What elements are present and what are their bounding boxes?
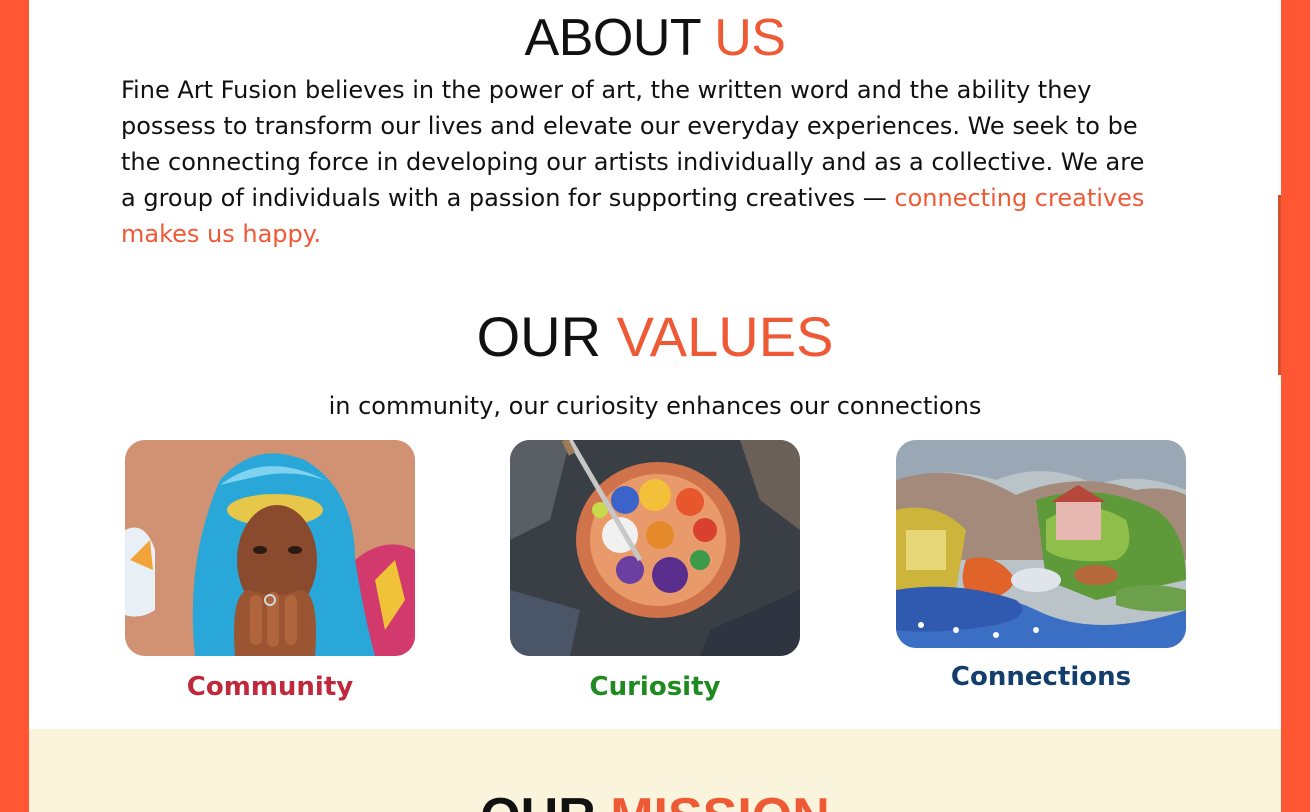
community-label: Community	[186, 672, 354, 702]
value-card-community: Community	[125, 440, 415, 704]
values-subtitle: in community, our curiosity enhances our…	[328, 392, 982, 420]
values-heading: OUR VALUES	[29, 306, 1281, 368]
about-heading-main: ABOUT	[524, 9, 701, 67]
about-description: Fine Art Fusion believes in the power of…	[121, 72, 1161, 252]
connections-label: Connections	[950, 662, 1132, 692]
page-content: ABOUT US Fine Art Fusion believes in the…	[29, 0, 1281, 812]
curiosity-image	[510, 440, 800, 656]
about-heading: ABOUT US	[29, 8, 1281, 68]
connections-image	[896, 440, 1186, 648]
about-heading-accent: US	[714, 9, 786, 67]
values-heading-accent: VALUES	[616, 305, 834, 368]
curiosity-label: Curiosity	[589, 672, 721, 702]
mission-section: OUR MISSION	[29, 729, 1281, 812]
mission-heading-accent: MISSION	[610, 788, 830, 812]
value-card-connections: Connections	[896, 440, 1186, 694]
mission-heading-main: OUR	[480, 788, 596, 812]
values-heading-main: OUR	[476, 305, 602, 368]
mission-heading: OUR MISSION	[29, 787, 1281, 812]
community-image	[125, 440, 415, 656]
value-card-curiosity: Curiosity	[510, 440, 800, 704]
scrollbar-thumb[interactable]	[1278, 195, 1281, 375]
